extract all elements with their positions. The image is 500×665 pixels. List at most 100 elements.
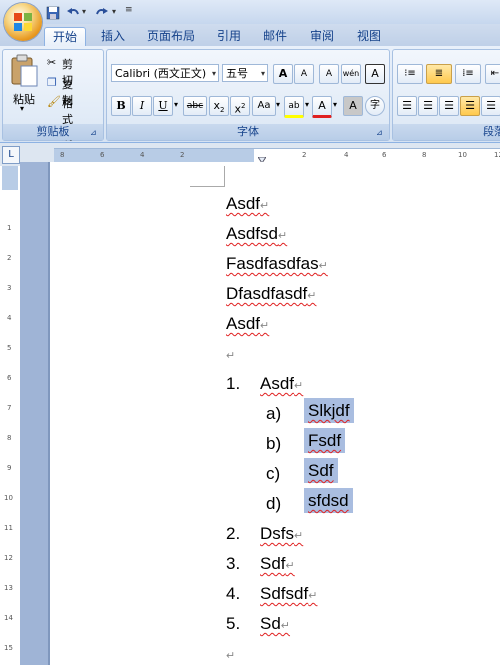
paste-button[interactable]: 粘贴 ▾ [7, 54, 41, 114]
clear-format-icon[interactable]: A [319, 64, 339, 84]
paste-dropdown-icon[interactable]: ▾ [20, 104, 24, 113]
font-color-dropdown-icon[interactable]: ▾ [333, 100, 337, 109]
clipboard-launcher-icon[interactable]: ⊿ [90, 128, 100, 138]
strikethrough-icon[interactable]: abc [183, 96, 207, 116]
font-name-value: Calibri (西文正文) [115, 67, 207, 80]
tab-review[interactable]: 审阅 [305, 27, 339, 46]
selected-text[interactable]: Fsdf [304, 428, 346, 453]
empty-paragraph[interactable]: ↵ [226, 344, 235, 364]
list-item[interactable]: Asdf↵ [260, 374, 303, 394]
highlight-dropdown-icon[interactable]: ▾ [305, 100, 309, 109]
multilevel-list-icon[interactable]: ⁞≡ [455, 64, 481, 84]
selected-text[interactable]: sfdsd [304, 488, 353, 513]
ruler-tick: 3 [7, 284, 12, 292]
selected-text[interactable]: Sdf [304, 458, 338, 483]
ruler-tick: 6 [100, 151, 105, 159]
paragraph[interactable]: Asdf↵ [226, 194, 269, 214]
ruler-tick: 13 [4, 584, 13, 592]
tab-view[interactable]: 视图 [352, 27, 386, 46]
justify-icon[interactable]: ☰ [460, 96, 480, 116]
paragraph-mark: ↵ [260, 320, 270, 332]
superscript-icon[interactable]: x2 [230, 96, 250, 116]
tab-references[interactable]: 引用 [212, 27, 246, 46]
font-color-icon[interactable]: A [312, 96, 332, 118]
ruler-tick: 1 [7, 224, 12, 232]
margin-corner-mark [190, 166, 225, 187]
tab-selector[interactable]: L [2, 146, 20, 164]
shrink-font-icon[interactable]: A [294, 64, 314, 84]
paragraph[interactable]: Asdfsd↵ [226, 224, 287, 244]
sublist-item[interactable]: sfdsd [304, 488, 353, 513]
tab-home[interactable]: 开始 [44, 27, 86, 47]
align-center-icon[interactable]: ☰ [418, 96, 438, 116]
sublist-item[interactable]: Sdf [304, 458, 338, 483]
selected-text[interactable]: Slkjdf [304, 398, 354, 423]
paragraph-group: ⁝≡ ≣ ⁞≡ ⇤ ☰ ☰ ☰ ☰ ☰ 段落 [392, 49, 500, 141]
sublist-item[interactable]: Slkjdf [304, 398, 354, 423]
ruler-tick: 10 [4, 494, 13, 502]
list-number: 3. [226, 554, 241, 573]
font-name-combo[interactable]: Calibri (西文正文) ▾ [111, 64, 219, 82]
list-number: 2. [226, 524, 241, 543]
list-item[interactable]: Sd↵ [260, 614, 290, 634]
redo-icon[interactable] [95, 5, 109, 19]
empty-paragraph[interactable]: ↵ [226, 644, 235, 664]
font-size-dropdown-icon[interactable]: ▾ [261, 65, 265, 83]
ruler-tick: 2 [180, 151, 185, 159]
tab-page-layout[interactable]: 页面布局 [143, 27, 199, 46]
ruler-top-margin [2, 166, 18, 190]
paragraph-mark: ↵ [318, 260, 328, 272]
first-line-indent-marker[interactable] [257, 149, 267, 164]
bullets-icon[interactable]: ⁝≡ [397, 64, 423, 84]
tab-mailings[interactable]: 邮件 [258, 27, 292, 46]
paragraph-mark: ↵ [294, 530, 304, 542]
underline-dropdown-icon[interactable]: ▾ [174, 100, 178, 109]
list-item[interactable]: Dsfs↵ [260, 524, 303, 544]
list-item[interactable]: Sdfsdf↵ [260, 584, 317, 604]
grow-font-icon[interactable]: A [273, 64, 293, 84]
save-icon[interactable] [46, 5, 60, 20]
vertical-ruler[interactable]: 1 2 3 4 5 6 7 8 9 10 11 12 13 14 15 [0, 166, 21, 665]
numbering-icon[interactable]: ≣ [426, 64, 452, 84]
paragraph[interactable]: Fasdfasdfas↵ [226, 254, 328, 274]
redo-dropdown-icon[interactable]: ▾ [112, 7, 116, 16]
list-item[interactable]: Sdf↵ [260, 554, 295, 574]
italic-icon[interactable]: I [132, 96, 152, 116]
ruler-tick: 11 [4, 524, 13, 532]
enclose-characters-icon[interactable]: 字 [365, 96, 385, 116]
sublist-letter: d) [266, 494, 282, 513]
scissors-icon: ✂ [47, 56, 57, 69]
highlight-icon[interactable]: ab [284, 96, 304, 118]
paragraph[interactable]: Asdf↵ [226, 314, 269, 334]
customize-qat-icon[interactable]: ≡ [125, 5, 133, 15]
decrease-indent-icon[interactable]: ⇤ [485, 64, 500, 84]
paragraph[interactable]: Dfasdfasdf↵ [226, 284, 316, 304]
sublist-item[interactable]: Fsdf [304, 428, 346, 453]
undo-icon[interactable] [66, 5, 80, 19]
phonetic-guide-icon[interactable]: wén [341, 64, 361, 84]
tab-insert[interactable]: 插入 [96, 27, 130, 46]
ruler-tick: 4 [7, 314, 12, 322]
list-number: 5. [226, 614, 241, 633]
clipboard-group-label: 剪贴板 [3, 124, 103, 140]
font-name-dropdown-icon[interactable]: ▾ [212, 65, 216, 83]
align-right-icon[interactable]: ☰ [439, 96, 459, 116]
paragraph-group-label: 段落 [393, 124, 500, 140]
ruler-tick: 6 [382, 151, 387, 159]
underline-icon[interactable]: U [153, 96, 173, 116]
change-case-dropdown-icon[interactable]: ▾ [276, 100, 280, 109]
office-button[interactable] [4, 3, 42, 41]
font-size-combo[interactable]: 五号 ▾ [222, 64, 268, 82]
align-left-icon[interactable]: ☰ [397, 96, 417, 116]
change-case-icon[interactable]: Aa [252, 96, 276, 116]
character-shading-icon[interactable]: A [343, 96, 363, 116]
paragraph-mark: ↵ [294, 380, 304, 392]
paragraph-mark: ↵ [226, 350, 236, 362]
undo-dropdown-icon[interactable]: ▾ [82, 7, 86, 16]
font-launcher-icon[interactable]: ⊿ [376, 128, 386, 138]
character-border-icon[interactable]: A [365, 64, 385, 84]
list-number: 4. [226, 584, 241, 603]
subscript-icon[interactable]: x2 [209, 96, 229, 116]
distributed-icon[interactable]: ☰ [481, 96, 500, 116]
bold-icon[interactable]: B [111, 96, 131, 116]
